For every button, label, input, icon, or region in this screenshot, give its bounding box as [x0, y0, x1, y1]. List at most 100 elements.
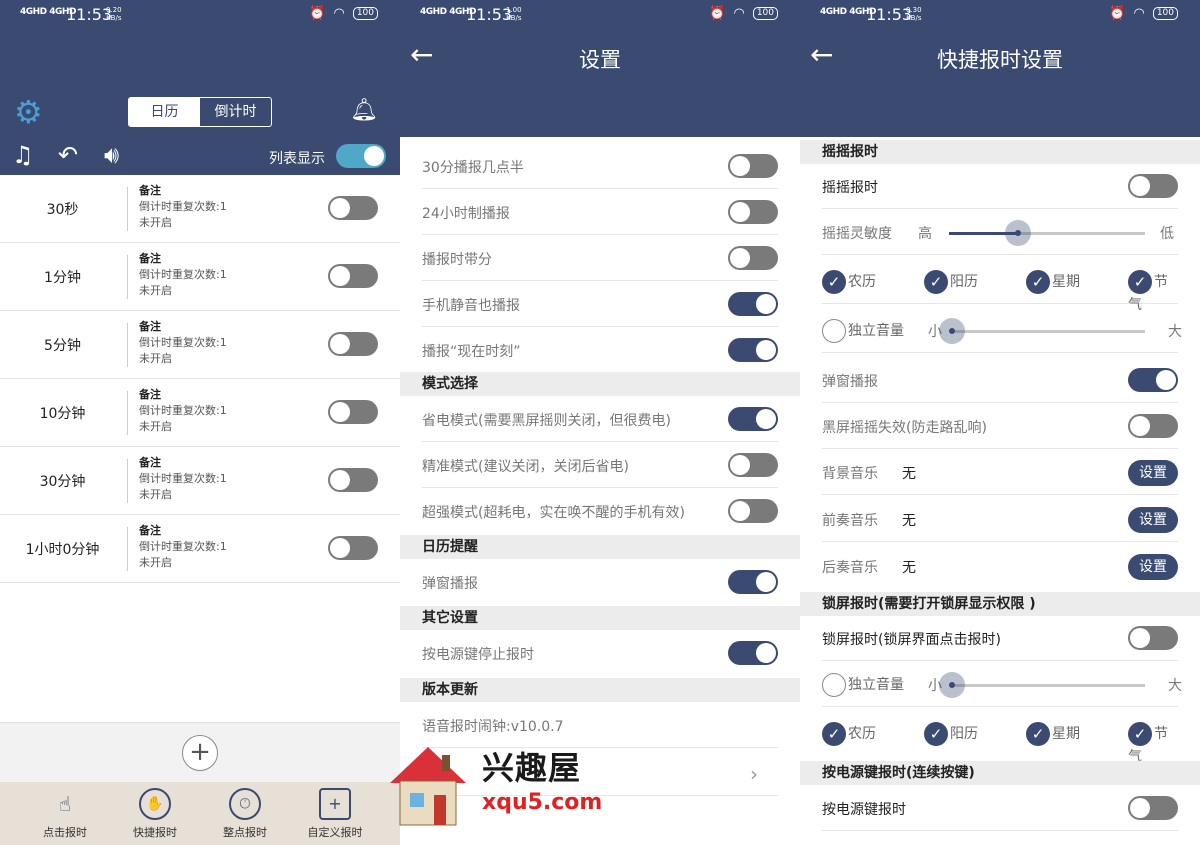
list-item[interactable]: 5分钟 备注 倒计时重复次数:1 未开启: [0, 311, 400, 379]
timer-toggle[interactable]: [328, 400, 378, 424]
timer-note: 备注: [139, 388, 161, 401]
speaker-icon[interactable]: 🔊︎: [104, 142, 119, 168]
setting-row[interactable]: 精准模式(建议关闭，关闭后省电): [422, 442, 778, 488]
bell-icon[interactable]: 🔔︎: [350, 98, 378, 123]
timer-repeat: 倒计时重复次数:1: [139, 200, 227, 213]
setting-row[interactable]: 按电源键报时: [822, 785, 1178, 831]
list-item[interactable]: 10分钟 备注 倒计时重复次数:1 未开启: [0, 379, 400, 447]
timer-name: 1分钟: [44, 270, 81, 286]
setting-toggle[interactable]: [728, 453, 778, 477]
setting-row[interactable]: 锁屏报时(锁屏界面点击报时): [822, 615, 1178, 661]
list-display-toggle[interactable]: [336, 144, 386, 168]
list-item[interactable]: 30分钟 备注 倒计时重复次数:1 未开启: [0, 447, 400, 515]
music-value: 无: [902, 513, 916, 529]
setting-toggle[interactable]: [728, 338, 778, 362]
nav-quick-report[interactable]: ✋ 快捷报时: [110, 788, 200, 840]
volume-checkbox[interactable]: 独立音量: [822, 673, 904, 697]
set-background-music-button[interactable]: 设置: [1128, 460, 1178, 486]
add-timer-button[interactable]: +: [182, 735, 218, 771]
check-solar[interactable]: ✓ 阳历: [924, 270, 978, 294]
bottom-nav: ☝ 点击报时 ✋ 快捷报时 🕛︎ 整点报时 + 自定义报时: [0, 782, 400, 845]
nav-tap-report[interactable]: ☝ 点击报时: [20, 788, 110, 840]
setting-toggle[interactable]: [728, 641, 778, 665]
tab-calendar[interactable]: 日历: [129, 98, 200, 126]
countdown-screen: 4GHD 4GHD 11:53 0.20 KB/s ⏰ ◠ 100 ⚙ 日历 倒计…: [0, 0, 400, 845]
setting-row[interactable]: 弹窗播报: [822, 357, 1178, 403]
setting-toggle[interactable]: [1128, 368, 1178, 392]
tab-countdown[interactable]: 倒计时: [200, 98, 271, 126]
volume-row: 独立音量 小 大: [822, 661, 1182, 707]
set-intro-music-button[interactable]: 设置: [1128, 507, 1178, 533]
undo-icon[interactable]: ↶: [58, 142, 78, 168]
setting-row[interactable]: 摇摇报时: [822, 163, 1178, 209]
timer-toggle[interactable]: [328, 264, 378, 288]
timer-status: 未开启: [139, 284, 172, 297]
battery-icon: 100: [752, 7, 778, 20]
nav-hourly-report[interactable]: 🕛︎ 整点报时: [200, 788, 290, 840]
timer-toggle[interactable]: [328, 196, 378, 220]
setting-toggle[interactable]: [728, 200, 778, 224]
timer-note: 备注: [139, 320, 161, 333]
check-weekday[interactable]: ✓ 星期: [1026, 270, 1080, 294]
check-label: 独立音量: [848, 323, 904, 339]
setting-label: 24小时制播报: [422, 206, 510, 222]
timer-name: 30秒: [46, 202, 79, 218]
timer-name: 10分钟: [39, 406, 86, 422]
list-item[interactable]: 30秒 备注 倒计时重复次数:1 未开启: [0, 175, 400, 243]
setting-row[interactable]: 按电源键停止报时: [422, 630, 778, 676]
setting-row[interactable]: 播报“现在时刻”: [422, 327, 778, 373]
setting-toggle[interactable]: [728, 292, 778, 316]
timer-repeat: 倒计时重复次数:1: [139, 540, 227, 553]
timer-info: 备注 倒计时重复次数:1 未开启: [139, 455, 227, 503]
check-weekday[interactable]: ✓ 星期: [1026, 722, 1080, 746]
timer-toggle[interactable]: [328, 536, 378, 560]
setting-row[interactable]: 省电模式(需要黑屏摇则关闭，但很费电): [422, 396, 778, 442]
timer-repeat: 倒计时重复次数:1: [139, 472, 227, 485]
net-speed: 0.20 KB/s: [106, 6, 122, 22]
gear-icon[interactable]: ⚙: [14, 96, 48, 130]
app-header: ← 快捷报时设置: [800, 30, 1200, 137]
checkbox-row: ✓ 农历 ✓ 阳历 ✓ 星期 ✓ 节气: [822, 258, 1178, 313]
battery-icon: 100: [352, 7, 378, 20]
timer-toggle[interactable]: [328, 332, 378, 356]
setting-toggle[interactable]: [1128, 626, 1178, 650]
sensitivity-slider[interactable]: [949, 220, 1145, 246]
check-solar[interactable]: ✓ 阳历: [924, 722, 978, 746]
list-item[interactable]: 1小时0分钟 备注 倒计时重复次数:1 未开启: [0, 515, 400, 583]
nav-custom-report[interactable]: + 自定义报时: [290, 788, 380, 840]
setting-label: 播报“现在时刻”: [422, 344, 521, 360]
volume-slider[interactable]: [939, 318, 1145, 344]
volume-checkbox[interactable]: 独立音量: [822, 319, 904, 343]
setting-label: 弹窗播报: [422, 576, 478, 592]
section-version: 版本更新: [400, 678, 800, 702]
list-item[interactable]: 1分钟 备注 倒计时重复次数:1 未开启: [0, 243, 400, 311]
volume-slider[interactable]: [939, 672, 1145, 698]
music-note-icon[interactable]: ♫: [12, 142, 34, 168]
setting-toggle[interactable]: [1128, 796, 1178, 820]
setting-toggle[interactable]: [1128, 414, 1178, 438]
check-lunar[interactable]: ✓ 农历: [822, 270, 876, 294]
setting-toggle[interactable]: [1128, 174, 1178, 198]
setting-row[interactable]: 24小时制播报: [422, 189, 778, 235]
slider-max-label: 低: [1160, 226, 1174, 242]
setting-toggle[interactable]: [728, 499, 778, 523]
section-power-key: 按电源键报时(连续按键): [800, 761, 1200, 785]
setting-row[interactable]: 弹窗播报: [422, 559, 778, 605]
setting-row[interactable]: 播报时带分: [422, 235, 778, 281]
shake-icon: ✋: [139, 788, 171, 820]
set-outro-music-button[interactable]: 设置: [1128, 554, 1178, 580]
setting-toggle[interactable]: [728, 246, 778, 270]
setting-toggle[interactable]: [728, 407, 778, 431]
setting-toggle[interactable]: [728, 154, 778, 178]
timer-status: 未开启: [139, 556, 172, 569]
setting-row[interactable]: 手机静音也播报: [422, 281, 778, 327]
timer-repeat: 倒计时重复次数:1: [139, 336, 227, 349]
setting-toggle[interactable]: [728, 570, 778, 594]
setting-row[interactable]: 超强模式(超耗电，实在唤不醒的手机有效): [422, 488, 778, 534]
timer-toggle[interactable]: [328, 468, 378, 492]
check-lunar[interactable]: ✓ 农历: [822, 722, 876, 746]
timer-repeat: 倒计时重复次数:1: [139, 404, 227, 417]
setting-row[interactable]: 30分播报几点半: [422, 143, 778, 189]
check-solar-term[interactable]: ✓ 节气: [1128, 722, 1178, 766]
setting-row[interactable]: 黑屏摇摇失效(防走路乱响): [822, 403, 1178, 449]
